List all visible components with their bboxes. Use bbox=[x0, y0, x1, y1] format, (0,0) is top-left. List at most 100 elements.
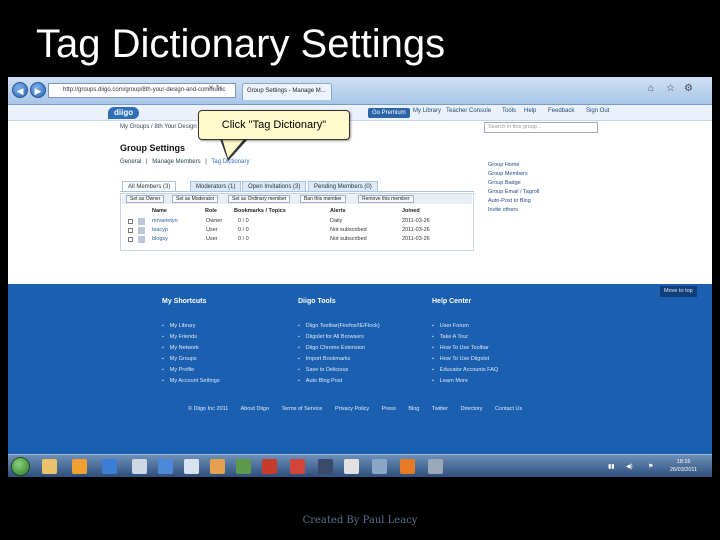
member-name[interactable]: mrvarietyo bbox=[152, 218, 178, 224]
back-button[interactable]: ◀ bbox=[12, 82, 28, 98]
nav-tools[interactable]: Tools bbox=[502, 108, 516, 114]
row-checkbox[interactable] bbox=[128, 228, 133, 233]
app-icon[interactable] bbox=[132, 459, 147, 474]
footer-link[interactable]: Educator Accounts FAQ bbox=[432, 365, 498, 376]
member-joined: 2011-03-26 bbox=[402, 218, 430, 224]
side-link-group-home[interactable]: Group Home bbox=[488, 161, 539, 170]
footer-link[interactable]: My Friends bbox=[162, 332, 220, 343]
breadcrumb[interactable]: My Groups / 8th Your Design ... bbox=[120, 124, 203, 130]
footer-heading-help: Help Center bbox=[432, 298, 472, 305]
table-row: blogsy User 0 / 0 Not subscribed 2011-03… bbox=[122, 235, 472, 244]
app-icon[interactable] bbox=[372, 459, 387, 474]
forward-button[interactable]: ▶ bbox=[30, 82, 46, 98]
tab-all-members[interactable]: All Members (3) bbox=[122, 181, 177, 191]
row-checkbox[interactable] bbox=[128, 219, 133, 224]
manage-members-link[interactable]: Manage Members bbox=[152, 159, 200, 165]
tab-open-invitations[interactable]: Open Invitations (3) bbox=[242, 181, 307, 191]
footer-link[interactable]: How To Use Toolbar bbox=[432, 343, 498, 354]
member-alerts: Not subscribed bbox=[330, 227, 367, 233]
footer-link[interactable]: My Library bbox=[162, 321, 220, 332]
media-player-icon[interactable] bbox=[72, 459, 87, 474]
side-link-invite[interactable]: Invite others bbox=[488, 206, 539, 215]
footer-bottom-link[interactable]: About Diigo bbox=[241, 406, 269, 412]
move-to-top-button[interactable]: Move to top bbox=[660, 286, 697, 297]
row-checkbox[interactable] bbox=[128, 237, 133, 242]
member-bookmarks: 0 / 0 bbox=[238, 227, 249, 233]
footer-link[interactable]: Take A Tour bbox=[432, 332, 498, 343]
footer-link[interactable]: My Network bbox=[162, 343, 220, 354]
footer-link[interactable]: Learn More bbox=[432, 376, 498, 387]
side-link-group-members[interactable]: Group Members bbox=[488, 170, 539, 179]
footer-link[interactable]: My Profile bbox=[162, 365, 220, 376]
start-button[interactable] bbox=[11, 457, 30, 476]
col-alerts: Alerts bbox=[330, 208, 346, 214]
ban-member-button[interactable]: Ban this member bbox=[300, 195, 346, 203]
footer-link[interactable]: Diigolet for All Browsers bbox=[298, 332, 380, 343]
side-link-auto-post[interactable]: Auto-Post to Blog bbox=[488, 197, 539, 206]
side-link-group-badge[interactable]: Group Badge bbox=[488, 179, 539, 188]
footer-bottom-link[interactable]: Terms of Service bbox=[281, 406, 322, 412]
footer-bottom-link[interactable]: Blog bbox=[408, 406, 419, 412]
set-ordinary-button[interactable]: Set as Ordinary member bbox=[228, 195, 291, 203]
footer-link[interactable]: My Account Settings bbox=[162, 376, 220, 387]
tab-pending-members[interactable]: Pending Members (0) bbox=[308, 181, 378, 191]
nav-my-library[interactable]: My Library bbox=[413, 108, 441, 114]
footer-bottom-link[interactable]: Contact Us bbox=[495, 406, 522, 412]
app-icon[interactable] bbox=[158, 459, 173, 474]
avatar bbox=[138, 227, 145, 234]
footer-bottom-links: © Diigo Inc 2011 About Diigo Terms of Se… bbox=[188, 406, 533, 412]
app-icon[interactable] bbox=[428, 459, 443, 474]
flag-icon[interactable]: ⚑ bbox=[648, 463, 653, 470]
member-name[interactable]: leacyp bbox=[152, 227, 168, 233]
member-alerts: Daily bbox=[330, 218, 343, 224]
settings-gear-icon[interactable]: ⚙ bbox=[684, 83, 693, 94]
network-icon[interactable]: ▮▮ bbox=[608, 463, 615, 470]
set-owner-button[interactable]: Set as Owner bbox=[126, 195, 165, 203]
remove-member-button[interactable]: Remove this member bbox=[358, 195, 414, 203]
member-alerts: Not subscribed bbox=[330, 236, 367, 242]
nav-teacher-console[interactable]: Teacher Console bbox=[446, 108, 491, 114]
member-role: Owner bbox=[206, 218, 223, 224]
footer-link[interactable]: Auto Blog Post bbox=[298, 376, 380, 387]
set-moderator-button[interactable]: Set as Moderator bbox=[172, 195, 219, 203]
tab-moderators[interactable]: Moderators (1) bbox=[190, 181, 242, 191]
nav-sign-out[interactable]: Sign Out bbox=[586, 108, 609, 114]
go-premium-button[interactable]: Go Premium bbox=[368, 108, 410, 118]
tray-clock[interactable]: 18:16 26/03/2011 bbox=[670, 458, 697, 474]
diigo-logo[interactable]: diigo bbox=[108, 107, 140, 119]
side-link-group-email[interactable]: Group Email / Tagroll bbox=[488, 188, 539, 197]
app-icon[interactable] bbox=[210, 459, 225, 474]
footer-bottom-link[interactable]: Privacy Policy bbox=[335, 406, 369, 412]
ie-icon[interactable] bbox=[102, 459, 117, 474]
footer-link[interactable]: User Forum bbox=[432, 321, 498, 332]
footer-link[interactable]: Save to Delicious bbox=[298, 365, 380, 376]
app-icon[interactable] bbox=[236, 459, 251, 474]
app-icon[interactable] bbox=[262, 459, 277, 474]
footer-bottom-link[interactable]: Directory bbox=[461, 406, 483, 412]
group-search-input[interactable]: Search in this group... bbox=[484, 122, 598, 133]
browser-tab[interactable]: Group Settings - Manage M... bbox=[242, 83, 332, 100]
volume-icon[interactable]: ◀) bbox=[626, 463, 633, 470]
footer-link[interactable]: Diigo Chrome Extension bbox=[298, 343, 380, 354]
firefox-icon[interactable] bbox=[400, 459, 415, 474]
avatar bbox=[138, 218, 145, 225]
app-icon[interactable] bbox=[318, 459, 333, 474]
footer-bottom-link[interactable]: Press bbox=[382, 406, 396, 412]
member-name[interactable]: blogsy bbox=[152, 236, 168, 242]
footer-link[interactable]: Import Bookmarks bbox=[298, 354, 380, 365]
app-icon[interactable] bbox=[344, 459, 359, 474]
favorites-star-icon[interactable]: ☆ bbox=[666, 83, 675, 94]
footer-link[interactable]: How To Use Diigolet bbox=[432, 354, 498, 365]
footer-bottom-link[interactable]: Twitter bbox=[432, 406, 448, 412]
avatar bbox=[138, 236, 145, 243]
refresh-icon[interactable]: ✕ ↻ bbox=[208, 84, 222, 92]
footer-link[interactable]: My Groups bbox=[162, 354, 220, 365]
nav-feedback[interactable]: Feedback bbox=[548, 108, 574, 114]
app-icon[interactable] bbox=[290, 459, 305, 474]
footer-link[interactable]: Diigo Toolbar(Firefox/IE/Flock) bbox=[298, 321, 380, 332]
explorer-icon[interactable] bbox=[42, 459, 57, 474]
app-icon[interactable] bbox=[184, 459, 199, 474]
nav-help[interactable]: Help bbox=[524, 108, 536, 114]
home-icon[interactable]: ⌂ bbox=[648, 83, 654, 94]
general-link[interactable]: General bbox=[120, 159, 141, 165]
